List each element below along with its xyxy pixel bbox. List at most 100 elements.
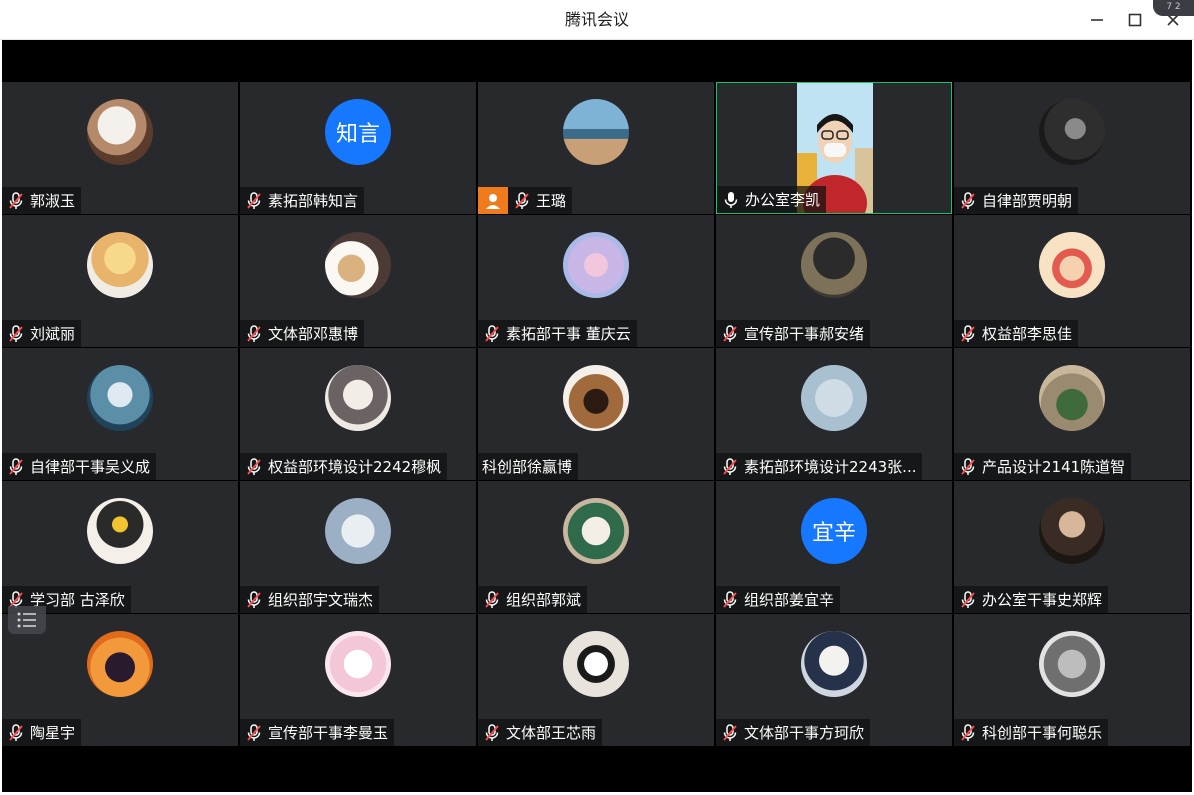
mic-muted-icon: [723, 723, 737, 741]
mic-muted-status: [958, 590, 978, 610]
participant-avatar: [87, 365, 153, 431]
participant-tile[interactable]: 组织部郭斌: [478, 481, 714, 613]
mic-muted-status: [512, 191, 532, 211]
participant-tile[interactable]: 文体部王芯雨: [478, 614, 714, 746]
participant-tile[interactable]: 宣传部干事郝安绪: [716, 215, 952, 347]
avatar-initials: 宜辛: [811, 521, 856, 546]
participant-tile[interactable]: 郭淑玉: [2, 82, 238, 214]
mic-muted-icon: [961, 324, 975, 342]
participant-tile[interactable]: 办公室干事史郑辉: [954, 481, 1190, 613]
participant-tile[interactable]: 知言 素拓部韩知言: [240, 82, 476, 214]
participant-name-tag: 自律部干事吴义成: [2, 453, 157, 480]
participant-tile[interactable]: 刘斌丽: [2, 215, 238, 347]
mic-muted-status: [244, 191, 264, 211]
participant-name-tag: 刘斌丽: [2, 320, 82, 347]
mic-muted-icon: [247, 457, 261, 475]
participant-name: 组织部郭斌: [506, 591, 582, 609]
participant-tile[interactable]: 权益部环境设计2242穆枫: [240, 348, 476, 480]
participant-name: 权益部李思佳: [982, 325, 1073, 343]
participant-name-tag: 素拓部韩知言: [240, 187, 365, 214]
mic-muted-status: [6, 723, 26, 743]
participant-tile[interactable]: 文体部干事方珂欣: [716, 614, 952, 746]
participant-tile[interactable]: 文体部邓惠博: [240, 215, 476, 347]
participant-name: 刘斌丽: [30, 325, 76, 343]
participant-tile[interactable]: 科创部干事何聪乐: [954, 614, 1190, 746]
participant-name-tag: 权益部环境设计2242穆枫: [240, 453, 448, 480]
mic-muted-icon: [247, 590, 261, 608]
participant-tile[interactable]: 办公室李凯: [716, 82, 952, 214]
participant-list-toggle[interactable]: [8, 606, 46, 634]
participant-name-tag: 素拓部环境设计2243张...: [716, 453, 923, 480]
participant-name-tag: 郭淑玉: [2, 187, 82, 214]
mic-muted-icon: [485, 324, 499, 342]
participant-tile[interactable]: 学习部 古泽欣: [2, 481, 238, 613]
participant-avatar: [563, 365, 629, 431]
participant-tile[interactable]: 王璐: [478, 82, 714, 214]
mic-muted-status: [244, 324, 264, 344]
mic-muted-status: [244, 457, 264, 477]
corner-badge: 7 2: [1153, 0, 1194, 16]
participant-name-tag: 产品设计2141陈道智: [954, 453, 1132, 480]
participant-avatar: [1039, 631, 1105, 697]
user-icon: [486, 193, 500, 209]
participant-avatar: [1039, 498, 1105, 564]
participant-name-tag: 文体部邓惠博: [240, 320, 365, 347]
participant-avatar: [1039, 365, 1105, 431]
participant-name-tag: 科创部徐赢博: [478, 453, 579, 480]
participant-tile[interactable]: 素拓部环境设计2243张...: [716, 348, 952, 480]
participant-tile[interactable]: 产品设计2141陈道智: [954, 348, 1190, 480]
mic-muted-status: [720, 457, 740, 477]
participant-name: 郭淑玉: [30, 192, 76, 210]
mic-muted-status: [720, 590, 740, 610]
participant-name: 文体部干事方珂欣: [744, 724, 865, 742]
participant-name-tag: 宣传部干事李曼玉: [240, 719, 395, 746]
participant-name: 王璐: [536, 192, 567, 210]
participant-avatar: [801, 631, 867, 697]
participant-name: 文体部王芯雨: [506, 724, 597, 742]
participant-name: 宣传部干事郝安绪: [744, 325, 865, 343]
participant-avatar: [563, 99, 629, 165]
mic-muted-icon: [9, 324, 23, 342]
participant-name: 陶星宇: [30, 724, 76, 742]
participant-tile[interactable]: 组织部宇文瑞杰: [240, 481, 476, 613]
mic-muted-icon: [247, 723, 261, 741]
mic-muted-status: [958, 723, 978, 743]
minimize-button[interactable]: [1083, 6, 1111, 34]
mic-muted-status: [6, 191, 26, 211]
participant-tile[interactable]: 宣传部干事李曼玉: [240, 614, 476, 746]
mic-muted-status: [244, 723, 264, 743]
participant-tile[interactable]: 自律部贾明朝: [954, 82, 1190, 214]
participant-name-tag: 王璐: [508, 187, 573, 214]
mic-muted-status: [720, 723, 740, 743]
participant-tile[interactable]: 科创部徐赢博: [478, 348, 714, 480]
participant-avatar: [325, 631, 391, 697]
participant-avatar: [801, 232, 867, 298]
maximize-button[interactable]: [1121, 6, 1149, 34]
mic-muted-status: [958, 457, 978, 477]
participant-name-tag: 办公室李凯: [717, 186, 827, 213]
participant-name-tag: 自律部贾明朝: [954, 187, 1079, 214]
participant-name: 组织部宇文瑞杰: [268, 591, 374, 609]
participant-avatar: [563, 631, 629, 697]
participant-tile[interactable]: 宜辛 组织部姜宜辛: [716, 481, 952, 613]
list-icon: [17, 612, 36, 628]
participant-avatar: [325, 498, 391, 564]
participant-avatar: [563, 232, 629, 298]
minimize-icon: [1091, 19, 1103, 21]
participant-avatar: [87, 99, 153, 165]
mic-muted-status: [482, 723, 502, 743]
mic-muted-status: [482, 590, 502, 610]
mic-muted-status: [6, 324, 26, 344]
participant-name: 科创部徐赢博: [482, 458, 573, 476]
participant-name-tag: 文体部王芯雨: [478, 719, 603, 746]
title-bar: 腾讯会议 7 2: [0, 0, 1194, 40]
participant-name: 素拓部环境设计2243张...: [744, 458, 917, 476]
participant-name-tag: 文体部干事方珂欣: [716, 719, 871, 746]
mic-muted-icon: [485, 590, 499, 608]
participant-tile[interactable]: 自律部干事吴义成: [2, 348, 238, 480]
mic-muted-status: [958, 324, 978, 344]
participant-avatar: [87, 498, 153, 564]
participant-avatar: [1039, 99, 1105, 165]
participant-tile[interactable]: 素拓部干事 董庆云: [478, 215, 714, 347]
participant-tile[interactable]: 权益部李思佳: [954, 215, 1190, 347]
